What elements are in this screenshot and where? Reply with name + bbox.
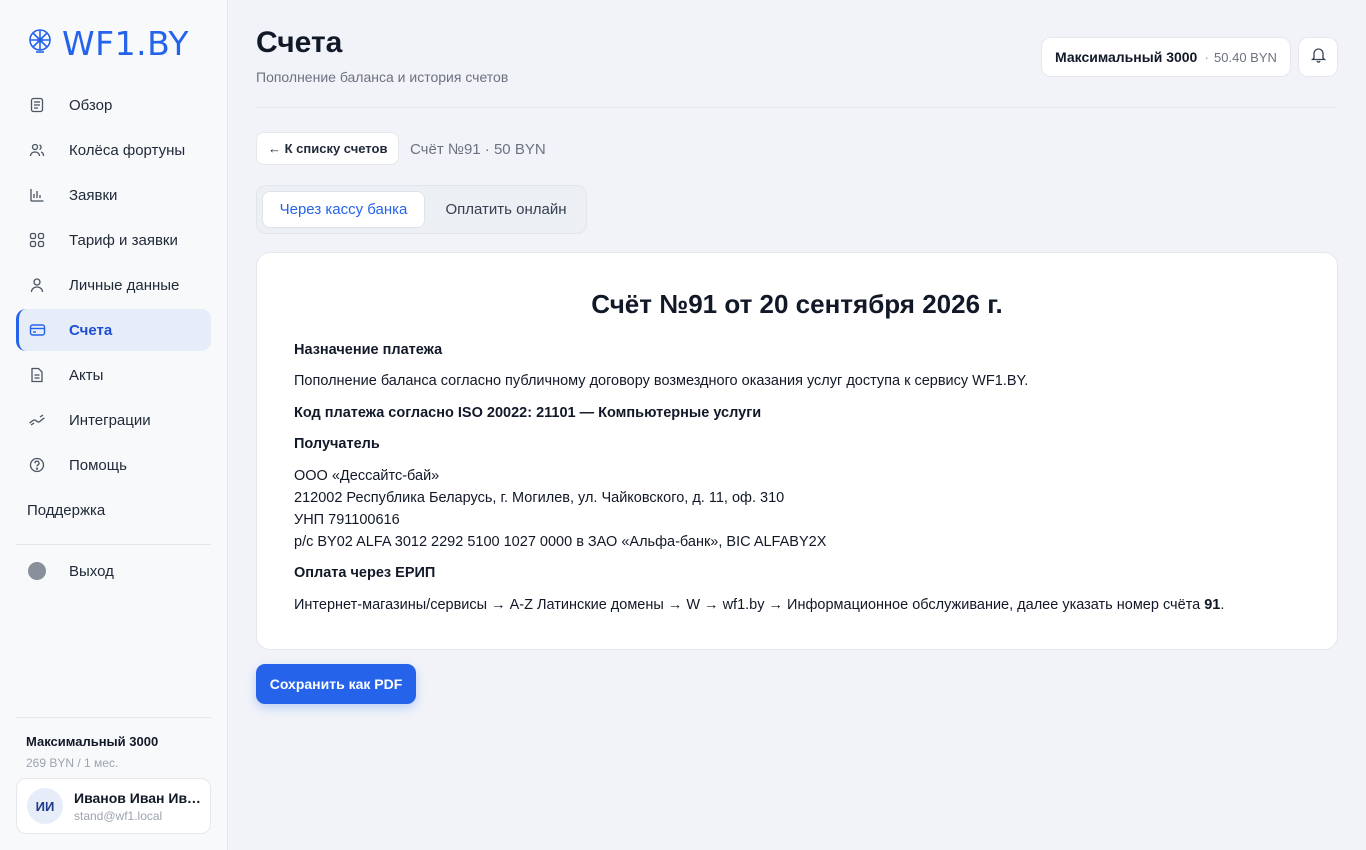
erip-instructions: Интернет-магазины/сервисы → A-Z Латински… <box>294 594 1224 616</box>
logout-label: Выход <box>69 562 114 580</box>
erip-heading: Оплата через ЕРИП <box>294 565 436 581</box>
user-icon <box>28 276 46 294</box>
save-pdf-button[interactable]: Сохранить как PDF <box>256 664 416 704</box>
help-icon <box>28 456 46 474</box>
back-to-invoices-button[interactable]: ← К списку счетов <box>256 132 400 165</box>
sidebar-item-help[interactable]: Помощь <box>16 444 211 486</box>
page-title: Счета <box>256 26 343 59</box>
sidebar-plan-price: 269 BYN / 1 мес. <box>26 756 119 770</box>
page-subtitle: Пополнение баланса и история счетов <box>256 69 509 85</box>
sidebar-divider <box>16 544 211 545</box>
plan-badge-separator: · <box>1204 49 1210 65</box>
erip-end: . <box>1220 597 1225 613</box>
invoice-crumb: Счёт №91 · 50 BYN <box>410 141 546 158</box>
invoice-title: Счёт №91 от 20 сентября 2026 г. <box>591 289 1003 319</box>
erip-text: Интернет-магазины/сервисы → A-Z Латински… <box>294 597 1205 613</box>
sidebar-item-requests[interactable]: Заявки <box>16 174 211 216</box>
recipient-line: ООО «Дессайтс-бай» <box>294 468 440 484</box>
document-icon <box>28 96 46 114</box>
sidebar-item-label: Акты <box>69 366 104 384</box>
fortune-wheel-logo-icon <box>26 27 54 60</box>
credit-card-icon <box>28 321 46 339</box>
plan-badge[interactable]: Максимальный 3000 · 50.40 BYN <box>1041 37 1291 77</box>
user-card[interactable]: ИИ Иванов Иван Ива... stand@wf1.local <box>16 778 211 834</box>
header-divider <box>256 107 1337 108</box>
sidebar-item-integrations[interactable]: Интеграции <box>16 399 211 441</box>
logout-icon <box>28 562 46 580</box>
sidebar-nav: Обзор Колёса фортуны Заявки Тариф и заяв… <box>16 84 211 489</box>
recipient-heading: Получатель <box>294 436 380 452</box>
users-icon <box>28 141 46 159</box>
payment-code: Код платежа согласно ISO 20022: 21101 — … <box>294 405 762 421</box>
purpose-text: Пополнение баланса согласно публичному д… <box>294 373 1029 389</box>
logout-button[interactable]: Выход <box>28 562 114 580</box>
sidebar-item-support[interactable]: Поддержка <box>27 502 105 519</box>
recipient-line: 212002 Республика Беларусь, г. Могилев, … <box>294 490 785 506</box>
invoice-card: Счёт №91 от 20 сентября 2026 г. Назначен… <box>256 252 1338 650</box>
payment-method-tabs: Через кассу банка Оплатить онлайн <box>256 185 587 234</box>
sidebar-item-fortune-wheels[interactable]: Колёса фортуны <box>16 129 211 171</box>
user-email: stand@wf1.local <box>74 808 163 823</box>
grid-icon <box>28 231 46 249</box>
sidebar: WF1.BY Обзор Колёса фортуны Заявки Тариф… <box>0 0 228 850</box>
logo-text: WF1.BY <box>62 24 190 63</box>
sidebar-item-label: Счета <box>69 321 113 339</box>
bell-icon <box>1310 46 1327 68</box>
link-icon <box>28 411 46 429</box>
erip-invoice-number: 91 <box>1204 597 1221 613</box>
user-name: Иванов Иван Ива... <box>74 789 204 806</box>
sidebar-item-label: Личные данные <box>69 276 180 294</box>
sidebar-item-acts[interactable]: Акты <box>16 354 211 396</box>
sidebar-item-overview[interactable]: Обзор <box>16 84 211 126</box>
avatar: ИИ <box>27 788 63 824</box>
plan-badge-name: Максимальный 3000 <box>1055 49 1198 65</box>
notifications-button[interactable] <box>1298 37 1338 77</box>
sidebar-item-invoices[interactable]: Счета <box>16 309 211 351</box>
sidebar-item-tariff[interactable]: Тариф и заявки <box>16 219 211 261</box>
recipient-line: УНП 791100616 <box>294 512 400 528</box>
sidebar-divider <box>16 717 211 718</box>
bar-chart-icon <box>28 186 46 204</box>
sidebar-item-label: Интеграции <box>69 411 151 429</box>
sidebar-item-personal-data[interactable]: Личные данные <box>16 264 211 306</box>
sidebar-item-label: Помощь <box>69 456 127 474</box>
sidebar-plan-name: Максимальный 3000 <box>26 734 159 749</box>
file-icon <box>28 366 46 384</box>
recipient-line: р/с BY02 ALFA 3012 2292 5100 1027 0000 в… <box>294 534 827 550</box>
sidebar-item-label: Тариф и заявки <box>69 231 178 249</box>
sidebar-item-label: Обзор <box>69 96 113 114</box>
purpose-heading: Назначение платежа <box>294 342 443 358</box>
plan-badge-balance: 50.40 BYN <box>1214 49 1277 65</box>
tab-bank-cashier[interactable]: Через кассу банка <box>262 191 425 228</box>
tab-pay-online[interactable]: Оплатить онлайн <box>433 191 579 228</box>
logo[interactable]: WF1.BY <box>26 24 189 63</box>
sidebar-item-label: Заявки <box>69 186 118 204</box>
sidebar-item-label: Колёса фортуны <box>69 141 186 159</box>
